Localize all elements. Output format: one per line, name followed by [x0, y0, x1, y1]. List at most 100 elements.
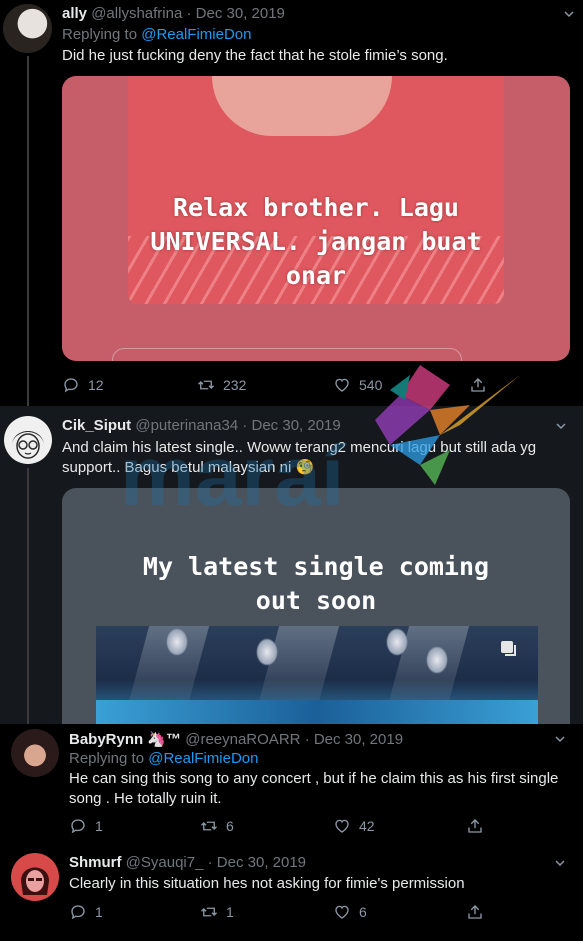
tweet-text: He can sing this song to any concert , b…	[69, 769, 579, 809]
tweet-header: ally @allyshafrina · Dec 30, 2019	[62, 5, 285, 22]
copy-icon[interactable]	[500, 640, 518, 658]
reply-count: 12	[88, 377, 104, 393]
like-icon	[335, 378, 349, 392]
retweet-count: 1	[226, 904, 234, 920]
mention-link[interactable]: @RealFimieDon	[148, 750, 258, 767]
tweet-date[interactable]: · Dec 30, 2019	[242, 417, 340, 434]
user-handle[interactable]: @puterinana34	[135, 417, 238, 434]
display-name[interactable]: BabyRynn	[69, 731, 143, 748]
tweet-media[interactable]: Relax brother. Lagu UNIVERSAL. jangan bu…	[62, 76, 570, 361]
avatar-face-icon	[21, 867, 49, 895]
like-count: 540	[359, 377, 383, 393]
retweet-icon	[198, 380, 214, 390]
tweet-shmurf[interactable]: Shmurf @Syauqi7_ · Dec 30, 2019 Clearly …	[0, 848, 583, 941]
tweet-actions: 12 232 540	[62, 376, 487, 394]
chandelier	[166, 628, 188, 656]
share-button[interactable]	[466, 817, 484, 835]
retweet-button[interactable]: 1	[200, 903, 333, 921]
chevron-down-icon[interactable]	[564, 9, 574, 19]
replying-to: Replying to @RealFimieDon	[62, 26, 251, 43]
reply-icon	[71, 819, 85, 834]
share-icon	[471, 378, 485, 392]
chevron-down-icon[interactable]	[555, 858, 565, 868]
reply-icon	[64, 378, 78, 393]
like-button[interactable]: 540	[333, 376, 469, 394]
tweet-date[interactable]: · Dec 30, 2019	[208, 854, 306, 871]
user-handle[interactable]: @allyshafrina	[91, 5, 182, 22]
avatar[interactable]	[11, 853, 59, 901]
display-name[interactable]: Cik_Siput	[62, 417, 131, 434]
avatar-face-icon	[12, 431, 44, 459]
retweet-count: 232	[223, 377, 247, 393]
media-reply-bar	[112, 348, 462, 361]
media-caption: My latest single coming out soon	[62, 550, 570, 618]
retweet-count: 6	[226, 818, 234, 834]
tweet-text-line: He can sing this song to any concert , b…	[69, 770, 559, 787]
tweet-media[interactable]: My latest single coming out soon	[62, 488, 570, 724]
like-count: 42	[359, 818, 375, 834]
tweet-ally[interactable]: ally @allyshafrina · Dec 30, 2019 Replyi…	[0, 0, 583, 406]
chandelier	[426, 646, 448, 674]
tweet-text: And claim his latest single.. Woww teran…	[62, 438, 572, 478]
reply-count: 1	[95, 818, 103, 834]
display-name[interactable]: ally	[62, 5, 87, 22]
tweet-text-line: And claim his latest single.. Woww teran…	[62, 439, 537, 456]
tweet-actions: 1 1 6	[69, 903, 484, 921]
tweet-text: Clearly in this situation hes not asking…	[69, 875, 465, 892]
tweet-text-line: song . He totally ruin it.	[69, 790, 222, 807]
display-name-suffix: 🦄™	[147, 731, 182, 748]
mention-link[interactable]: @RealFimieDon	[141, 26, 251, 43]
media-caption-line: Relax brother. Lagu	[173, 193, 459, 222]
reply-button[interactable]: 1	[69, 817, 200, 835]
reply-button[interactable]: 12	[62, 376, 197, 394]
chevron-down-icon[interactable]	[556, 421, 566, 431]
thread-line	[27, 468, 29, 724]
user-handle[interactable]: @Syauqi7_	[126, 854, 204, 871]
tweet-date[interactable]: · Dec 30, 2019	[305, 731, 403, 748]
share-button[interactable]	[466, 903, 484, 921]
media-caption-line: My latest single coming	[142, 552, 490, 581]
retweet-button[interactable]: 6	[200, 817, 333, 835]
replying-to-label: Replying to	[62, 26, 138, 43]
retweet-icon	[201, 907, 217, 917]
emoji: 🧐	[295, 459, 315, 476]
avatar[interactable]	[4, 416, 52, 464]
media-caption-line: out soon	[255, 586, 377, 615]
tweet-text: Did he just fucking deny the fact that h…	[62, 47, 448, 64]
thread-line	[27, 56, 29, 406]
like-button[interactable]: 6	[333, 903, 466, 921]
like-icon	[335, 819, 349, 833]
media-stage-photo	[96, 626, 538, 724]
avatar[interactable]	[3, 4, 52, 53]
like-icon	[335, 905, 349, 919]
media-caption: Relax brother. Lagu UNIVERSAL. jangan bu…	[62, 191, 570, 293]
stage-floor	[96, 700, 538, 724]
reply-button[interactable]: 1	[69, 903, 200, 921]
display-name[interactable]: Shmurf	[69, 854, 122, 871]
tweet-text-line: support.. Bagus betul malaysian ni 🧐	[62, 458, 572, 478]
user-handle[interactable]: @reeynaROARR	[185, 731, 300, 748]
tweet-actions: 1 6 42	[69, 817, 484, 835]
media-caption-line: UNIVERSAL. jangan buat	[150, 227, 482, 256]
like-count: 6	[359, 904, 367, 920]
share-icon	[468, 819, 482, 833]
share-icon	[468, 905, 482, 919]
chevron-down-icon[interactable]	[555, 734, 565, 744]
tweet-header: Cik_Siput @puterinana34 · Dec 30, 2019	[62, 417, 341, 434]
tweet-header: BabyRynn 🦄™ @reeynaROARR · Dec 30, 2019	[69, 730, 403, 748]
retweet-button[interactable]: 232	[197, 376, 333, 394]
reply-count: 1	[95, 904, 103, 920]
retweet-icon	[201, 821, 217, 831]
like-button[interactable]: 42	[333, 817, 466, 835]
tweet-date[interactable]: · Dec 30, 2019	[186, 5, 284, 22]
tweet-text-span: support.. Bagus betul malaysian ni	[62, 459, 292, 476]
avatar[interactable]	[11, 729, 59, 777]
chandelier	[256, 638, 278, 666]
tweet-header: Shmurf @Syauqi7_ · Dec 30, 2019	[69, 854, 306, 871]
reply-icon	[71, 905, 85, 920]
chandelier	[386, 628, 408, 656]
share-button[interactable]	[469, 376, 487, 394]
tweet-babyrynn[interactable]: BabyRynn 🦄™ @reeynaROARR · Dec 30, 2019 …	[0, 724, 583, 848]
replying-to: Replying to @RealFimieDon	[69, 750, 258, 767]
replying-to-label: Replying to	[69, 750, 145, 767]
